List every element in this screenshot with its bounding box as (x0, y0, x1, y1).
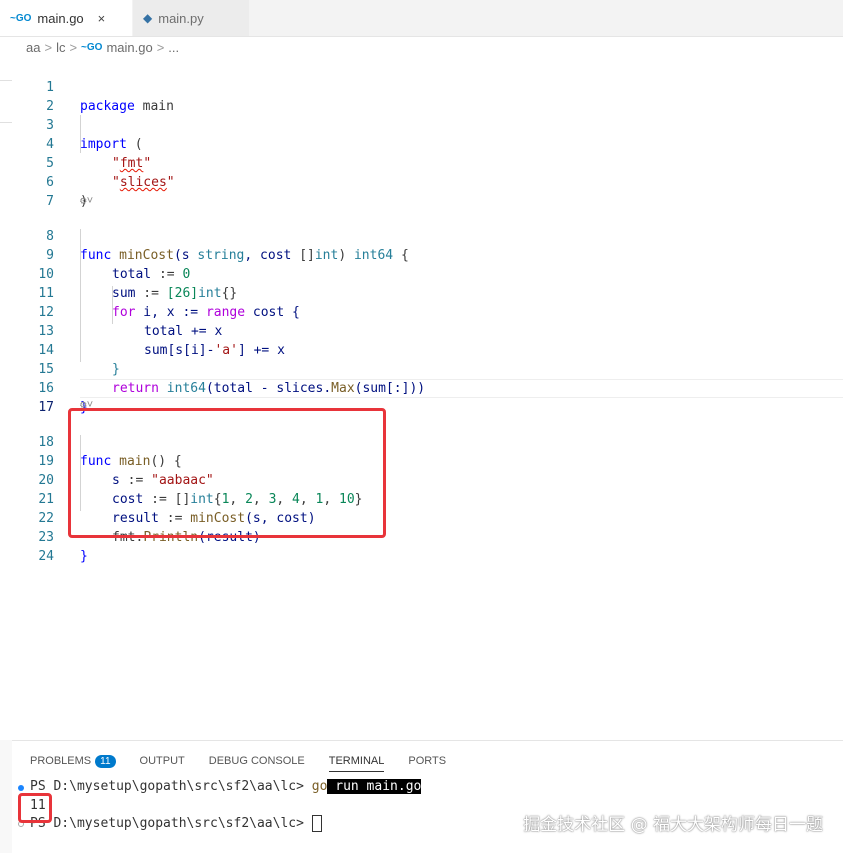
tab-label: main.py (158, 10, 204, 26)
chevron-right-icon: > (69, 39, 78, 55)
python-file-icon: ◆ (143, 11, 153, 25)
chevron-right-icon: > (156, 39, 165, 55)
codelens-run-icon[interactable]: ⚙˅ (80, 194, 93, 208)
breadcrumb-item-lc[interactable]: lc (56, 40, 65, 55)
tab-problems[interactable]: PROBLEMS 11 (30, 751, 116, 771)
terminal-line[interactable]: PS D:\mysetup\gopath\src\sf2\aa\lc> (30, 815, 322, 832)
breadcrumb-item-aa[interactable]: aa (26, 40, 40, 55)
tab-main-py[interactable]: ◆ main.py (133, 0, 249, 36)
tab-ports[interactable]: PORTS (408, 751, 446, 771)
tab-label: main.go (37, 10, 84, 26)
breadcrumb-item-file[interactable]: main.go (106, 40, 152, 55)
code-line: 14 } (0, 322, 843, 377)
panel-tab-bar: PROBLEMS 11 OUTPUT DEBUG CONSOLE TERMINA… (30, 751, 446, 772)
go-file-icon: ~GO (10, 12, 32, 24)
code-line: 6 ) (0, 154, 843, 209)
terminal-command: go (311, 779, 328, 794)
code-line: 2 (0, 78, 843, 114)
gutter-strip (0, 740, 12, 853)
terminal-cursor (311, 815, 322, 832)
tab-label: PROBLEMS (30, 755, 92, 767)
code-line: 15 return int64(total - slices.Max(sum[:… (0, 341, 843, 396)
terminal-prompt: PS D:\mysetup\gopath\src\sf2\aa\lc> (30, 816, 312, 831)
terminal-line[interactable]: PS D:\mysetup\gopath\src\sf2\aa\lc> go r… (30, 779, 422, 794)
code-line: 7 (0, 173, 843, 209)
tab-main-go[interactable]: ~GO main.go × (0, 0, 132, 36)
code-editor[interactable]: 1 package main 2 3 import ( 4 "fmt" 5 "s… (0, 58, 843, 740)
editor-tab-bar: ~GO main.go × ◆ main.py (0, 0, 843, 37)
tab-label: OUTPUT (139, 755, 185, 767)
tab-output[interactable]: OUTPUT (140, 751, 185, 771)
tab-terminal[interactable]: TERMINAL (328, 751, 385, 772)
code-line: 1 package main (0, 59, 843, 114)
line-number: 24 (38, 549, 54, 564)
code-line: 9 total := 0 (0, 227, 843, 282)
highlight-box-main-func (68, 408, 386, 538)
problems-count-badge: 11 (95, 754, 116, 768)
code-line: 3 import ( (0, 97, 843, 152)
code-line: 11 for i, x := range cost { (0, 265, 843, 320)
terminal-prompt: PS D:\mysetup\gopath\src\sf2\aa\lc> (30, 779, 312, 794)
tab-debug-console[interactable]: DEBUG CONSOLE (209, 751, 305, 771)
highlight-box-output (18, 793, 52, 823)
code-line: 16 } (0, 360, 843, 415)
tab-label: DEBUG CONSOLE (208, 755, 305, 767)
command-success-dot-icon[interactable] (18, 785, 24, 791)
code-line: 12 total += x (0, 284, 843, 339)
code-line: 13 sum[s[i]-'a'] += x (0, 303, 843, 358)
go-file-icon: ~GO (81, 41, 103, 53)
tab-label: PORTS (408, 755, 447, 767)
code-line: 5 "slices" (0, 135, 843, 190)
tab-label: TERMINAL (328, 755, 385, 767)
code-line: 4 "fmt" (0, 116, 843, 171)
watermark: 掘金技术社区 @ 福大大架构师每日一题 (523, 815, 823, 835)
bottom-panel: PROBLEMS 11 OUTPUT DEBUG CONSOLE TERMINA… (12, 740, 843, 854)
breadcrumb: aa > lc > ~GO main.go > ... (0, 36, 843, 58)
code-line: 17 (0, 379, 843, 415)
code-line: 10 sum := [26]int{} (0, 246, 843, 301)
code-token: } (80, 549, 88, 564)
chevron-right-icon: > (44, 39, 53, 55)
code-line: 8 func minCost(s string, cost []int) int… (0, 208, 843, 263)
terminal-command-args: run main.go (327, 779, 422, 794)
close-icon[interactable]: × (98, 11, 106, 26)
breadcrumb-item-symbols[interactable]: ... (168, 40, 179, 55)
